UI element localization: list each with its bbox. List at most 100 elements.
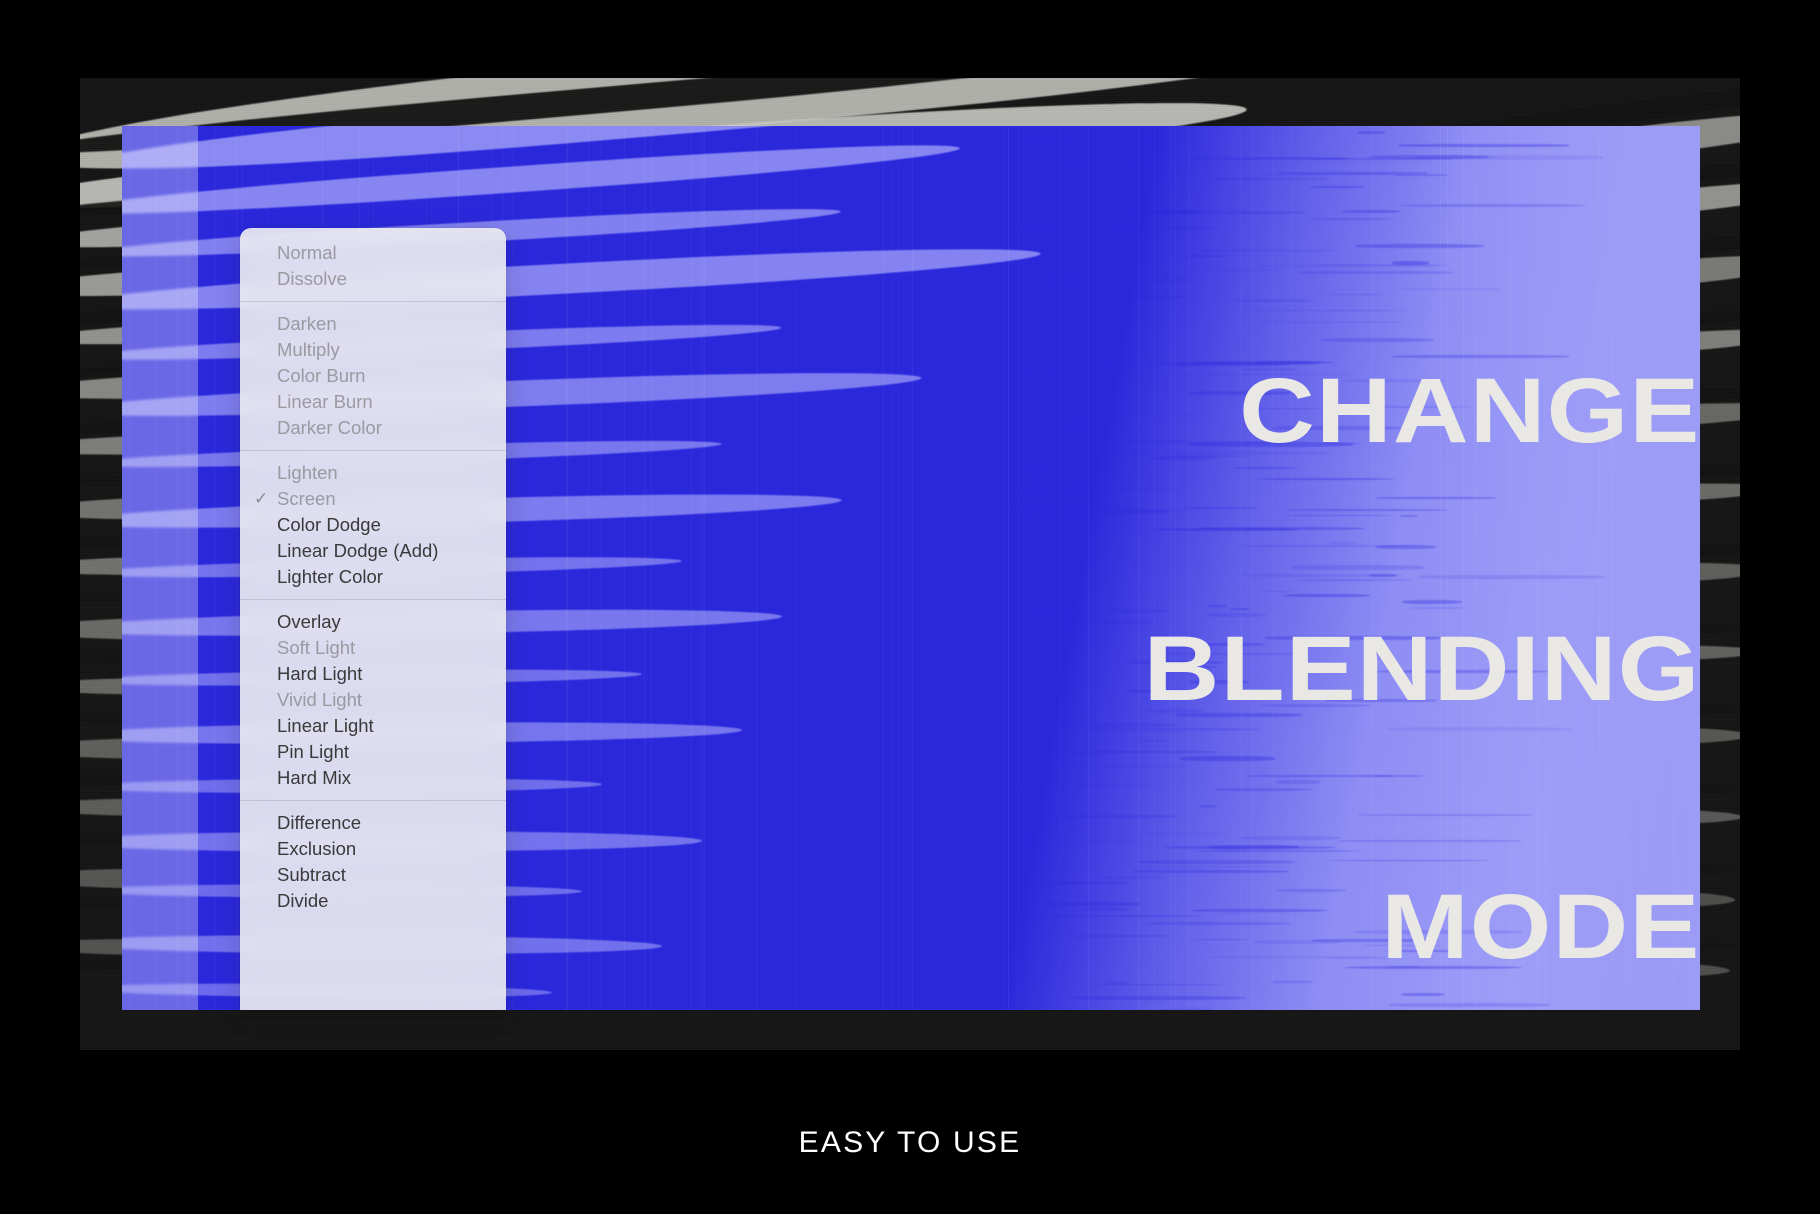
- menu-item-normal[interactable]: Normal: [240, 240, 506, 266]
- menu-item-label: Linear Dodge (Add): [277, 540, 439, 561]
- vertical-scrape: [1101, 126, 1102, 1010]
- vertical-scrape: [796, 126, 797, 1010]
- menu-item-label: Exclusion: [277, 838, 357, 859]
- menu-item-label: Divide: [277, 890, 329, 911]
- vertical-scrape: [644, 126, 646, 1010]
- vertical-scrape: [937, 126, 938, 1010]
- menu-item-lighter-color[interactable]: Lighter Color: [240, 564, 506, 590]
- vertical-scrape: [1018, 126, 1019, 1010]
- menu-group: Lighten ✓ Screen Color Dodge Linear Dodge (A…: [240, 460, 506, 590]
- menu-item-lighten[interactable]: Lighten: [240, 460, 506, 486]
- squeegee-streak: [1061, 621, 1155, 625]
- vertical-scrape: [565, 126, 567, 1010]
- menu-item-darker-color[interactable]: Darker Color: [240, 415, 506, 441]
- caption-easy-to-use: EASY TO USE: [798, 1126, 1022, 1159]
- vertical-scrape: [213, 126, 215, 1010]
- menu-item-multiply[interactable]: Multiply: [240, 337, 506, 363]
- menu-item-label: Darken: [277, 313, 337, 334]
- menu-item-label: Lighter Color: [277, 566, 383, 587]
- menu-item-color-dodge[interactable]: Color Dodge: [240, 512, 506, 538]
- menu-item-label: Linear Light: [277, 715, 374, 736]
- vertical-scrape: [566, 126, 568, 1010]
- headline-line-2: BLENDING: [1143, 618, 1700, 720]
- menu-item-label: Multiply: [277, 339, 340, 360]
- squeegee-streak: [1105, 981, 1130, 984]
- menu-item-linear-dodge-add[interactable]: Linear Dodge (Add): [240, 538, 506, 564]
- menu-item-label: Color Dodge: [277, 514, 381, 535]
- menu-item-divide[interactable]: Divide: [240, 888, 506, 914]
- menu-item-label: Vivid Light: [277, 689, 363, 710]
- vertical-scrape: [1003, 126, 1004, 1010]
- menu-item-screen[interactable]: ✓ Screen: [240, 486, 506, 512]
- menu-item-darken[interactable]: Darken: [240, 311, 506, 337]
- blending-mode-menu[interactable]: Normal Dissolve Darken Multiply Color Burn Li…: [240, 228, 506, 1010]
- menu-item-linear-light[interactable]: Linear Light: [240, 713, 506, 739]
- squeegee-streak: [1308, 186, 1366, 189]
- menu-separator: [240, 800, 506, 801]
- headline-line-3: MODE: [1380, 876, 1700, 978]
- vertical-scrape: [777, 126, 778, 1010]
- vertical-scrape: [569, 126, 570, 1010]
- menu-item-exclusion[interactable]: Exclusion: [240, 836, 506, 862]
- menu-separator: [240, 599, 506, 600]
- vertical-scrape: [600, 126, 601, 1010]
- menu-item-label: Screen: [277, 488, 336, 509]
- vertical-scrape: [704, 126, 706, 1010]
- vertical-scrape: [1059, 126, 1060, 1010]
- menu-group: Darken Multiply Color Burn Linear Burn Darke…: [240, 311, 506, 441]
- menu-item-label: Hard Light: [277, 663, 363, 684]
- menu-item-label: Difference: [277, 812, 361, 833]
- menu-item-label: Pin Light: [277, 741, 349, 762]
- vertical-scrape: [178, 126, 180, 1010]
- vertical-scrape: [1137, 126, 1139, 1010]
- menu-item-color-burn[interactable]: Color Burn: [240, 363, 506, 389]
- squeegee-streak: [1006, 504, 1134, 508]
- menu-item-label: Darker Color: [277, 417, 382, 438]
- menu-item-soft-light[interactable]: Soft Light: [240, 635, 506, 661]
- menu-item-label: Normal: [277, 242, 337, 263]
- menu-item-label: Lighten: [277, 462, 338, 483]
- vertical-scrape: [1087, 126, 1089, 1010]
- menu-item-linear-burn[interactable]: Linear Burn: [240, 389, 506, 415]
- menu-item-label: Overlay: [277, 611, 341, 632]
- menu-item-label: Linear Burn: [277, 391, 373, 412]
- squeegee-streak: [1192, 156, 1349, 160]
- vertical-scrape: [883, 126, 885, 1010]
- menu-group: Normal Dissolve: [240, 240, 506, 292]
- page-title: CHANGE BLENDING MODE: [1143, 196, 1700, 1142]
- menu-item-difference[interactable]: Difference: [240, 810, 506, 836]
- poster-mockup-canvas: CHANGE BLENDING MODE Normal Dissolve Darke…: [0, 0, 1820, 1214]
- menu-item-label: Subtract: [277, 864, 346, 885]
- menu-item-label: Dissolve: [277, 268, 347, 289]
- menu-item-hard-mix[interactable]: Hard Mix: [240, 765, 506, 791]
- menu-item-overlay[interactable]: Overlay: [240, 609, 506, 635]
- menu-separator: [240, 450, 506, 451]
- vertical-scrape: [702, 126, 704, 1010]
- vertical-scrape: [155, 126, 157, 1010]
- squeegee-streak: [1412, 156, 1505, 158]
- checkmark-icon: ✓: [254, 489, 269, 508]
- menu-item-subtract[interactable]: Subtract: [240, 862, 506, 888]
- squeegee-streak: [1021, 372, 1061, 376]
- vertical-scrape: [651, 126, 653, 1010]
- menu-item-hard-light[interactable]: Hard Light: [240, 661, 506, 687]
- vertical-scrape: [235, 126, 237, 1010]
- menu-item-vivid-light[interactable]: Vivid Light: [240, 687, 506, 713]
- menu-item-label: Color Burn: [277, 365, 366, 386]
- vertical-scrape: [624, 126, 625, 1010]
- vertical-scrape: [185, 126, 187, 1010]
- menu-item-pin-light[interactable]: Pin Light: [240, 739, 506, 765]
- vertical-scrape: [587, 126, 589, 1010]
- vertical-scrape: [188, 126, 190, 1010]
- vertical-scrape: [700, 126, 701, 1010]
- vertical-scrape: [691, 126, 693, 1010]
- vertical-scrape: [898, 126, 899, 1010]
- menu-item-label: Hard Mix: [277, 767, 352, 788]
- vertical-scrape: [128, 126, 130, 1010]
- menu-item-dissolve[interactable]: Dissolve: [240, 266, 506, 292]
- vertical-scrape: [1007, 126, 1009, 1010]
- vertical-scrape: [891, 126, 892, 1010]
- menu-group: Difference Exclusion Subtract Divide: [240, 810, 506, 914]
- menu-separator: [240, 301, 506, 302]
- vertical-scrape: [912, 126, 914, 1010]
